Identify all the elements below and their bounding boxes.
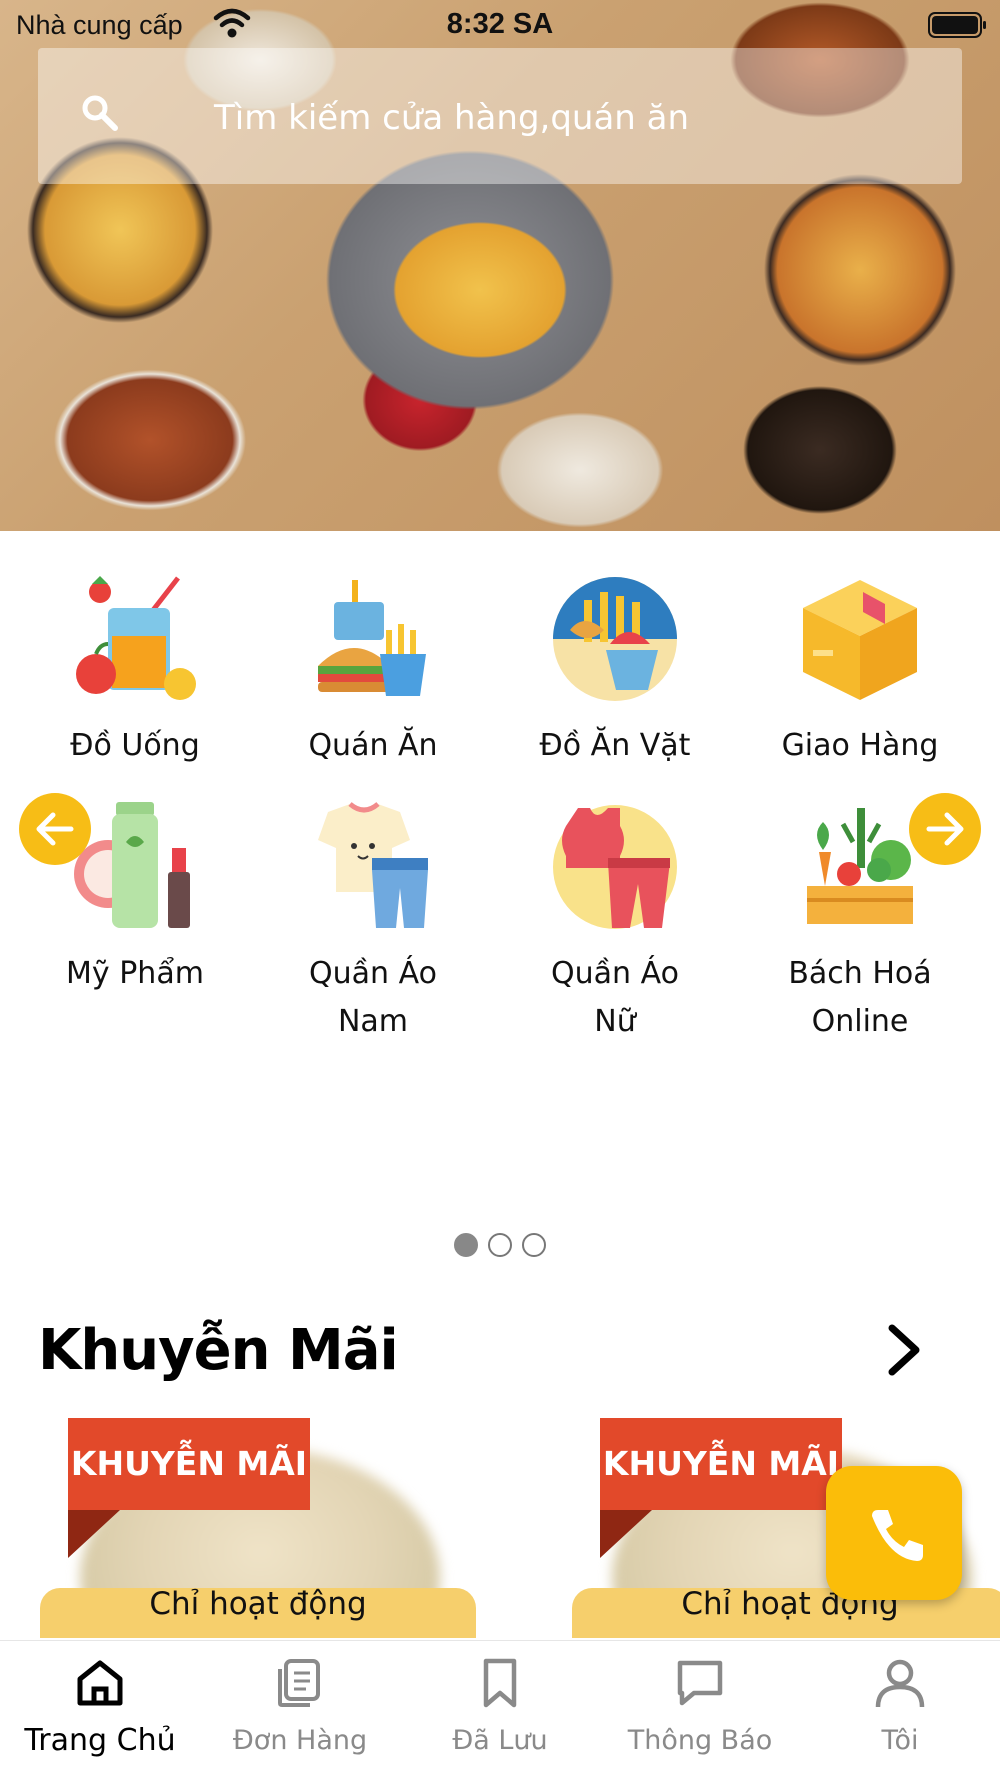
- grocery-icon: [807, 808, 913, 924]
- fast-food-icon: [318, 580, 426, 696]
- category-womens-clothes[interactable]: Quần Áo Nữ: [495, 802, 735, 1046]
- promo-card[interactable]: KHUYỄN MÃI Chỉ hoạt động: [40, 1418, 476, 1638]
- bookmark-icon: [483, 1658, 517, 1708]
- category-label: Giao Hàng: [781, 728, 939, 763]
- womens-clothes-icon: [553, 805, 677, 929]
- nav-label: Đã Lưu: [452, 1725, 548, 1756]
- nav-orders[interactable]: Đơn Hàng: [200, 1655, 400, 1756]
- hero-banner: Nhà cung cấp 8:32 SA Tìm kiếm cửa hàng,q…: [0, 0, 1000, 531]
- nav-label: Tôi: [881, 1725, 919, 1756]
- nav-label: Thông Báo: [627, 1725, 773, 1756]
- drink-icon: [76, 576, 196, 700]
- chat-bubble-icon: [677, 1660, 723, 1706]
- category-label: Quần Áo Nữ: [551, 956, 679, 1039]
- category-drinks[interactable]: Đồ Uống: [15, 574, 255, 770]
- box-icon: [803, 580, 917, 700]
- home-icon: [77, 1660, 123, 1706]
- user-icon: [875, 1659, 925, 1708]
- phone-icon: [872, 1510, 923, 1561]
- promo-text: Chỉ hoạt động: [149, 1586, 367, 1622]
- promotions-title: Khuyễn Mãi: [38, 1318, 399, 1383]
- category-label: Mỹ Phẩm: [66, 956, 204, 991]
- category-snacks[interactable]: Đồ Ăn Vặt: [495, 574, 735, 770]
- promo-tag-fold: [600, 1510, 652, 1558]
- page-indicator: [0, 1233, 1000, 1261]
- page-dot[interactable]: [488, 1233, 512, 1257]
- next-page-button[interactable]: [909, 793, 981, 865]
- nav-label: Trang Chủ: [24, 1723, 176, 1758]
- page-dot-active[interactable]: [454, 1233, 478, 1257]
- category-label: Bách Hoá Online: [788, 956, 932, 1039]
- category-label: Quần Áo Nam: [309, 956, 437, 1039]
- call-button[interactable]: [826, 1466, 962, 1600]
- battery-icon: [928, 12, 986, 38]
- mens-clothes-icon: [318, 802, 428, 928]
- chevron-right-icon[interactable]: [880, 1320, 928, 1380]
- promo-tag: KHUYỄN MÃI: [600, 1418, 842, 1510]
- search-icon: [82, 95, 118, 131]
- arrow-right-icon: [926, 812, 964, 846]
- category-label: Đồ Uống: [70, 728, 200, 763]
- promo-tag: KHUYỄN MÃI: [68, 1418, 310, 1510]
- prev-page-button[interactable]: [19, 793, 91, 865]
- category-restaurants[interactable]: Quán Ăn: [253, 574, 493, 770]
- category-delivery[interactable]: Giao Hàng: [740, 574, 980, 770]
- search-input[interactable]: Tìm kiếm cửa hàng,quán ăn: [214, 98, 689, 138]
- category-mens-clothes[interactable]: Quần Áo Nam: [253, 802, 493, 1046]
- page-dot[interactable]: [522, 1233, 546, 1257]
- bottom-nav: Trang Chủ Đơn Hàng Đã Lưu Thông Báo Tôi: [0, 1640, 1000, 1778]
- arrow-left-icon: [36, 812, 74, 846]
- nav-notifications[interactable]: Thông Báo: [600, 1655, 800, 1756]
- nav-saved[interactable]: Đã Lưu: [400, 1655, 600, 1756]
- category-label: Quán Ăn: [308, 728, 438, 763]
- nav-home[interactable]: Trang Chủ: [0, 1655, 200, 1758]
- snack-icon: [553, 577, 677, 701]
- nav-label: Đơn Hàng: [232, 1725, 368, 1756]
- category-label: Đồ Ăn Vặt: [539, 728, 691, 763]
- status-bar: Nhà cung cấp 8:32 SA: [0, 0, 1000, 50]
- promo-tag-fold: [68, 1510, 120, 1558]
- orders-icon: [278, 1659, 320, 1707]
- clock: 8:32 SA: [446, 8, 554, 40]
- nav-profile[interactable]: Tôi: [800, 1655, 1000, 1756]
